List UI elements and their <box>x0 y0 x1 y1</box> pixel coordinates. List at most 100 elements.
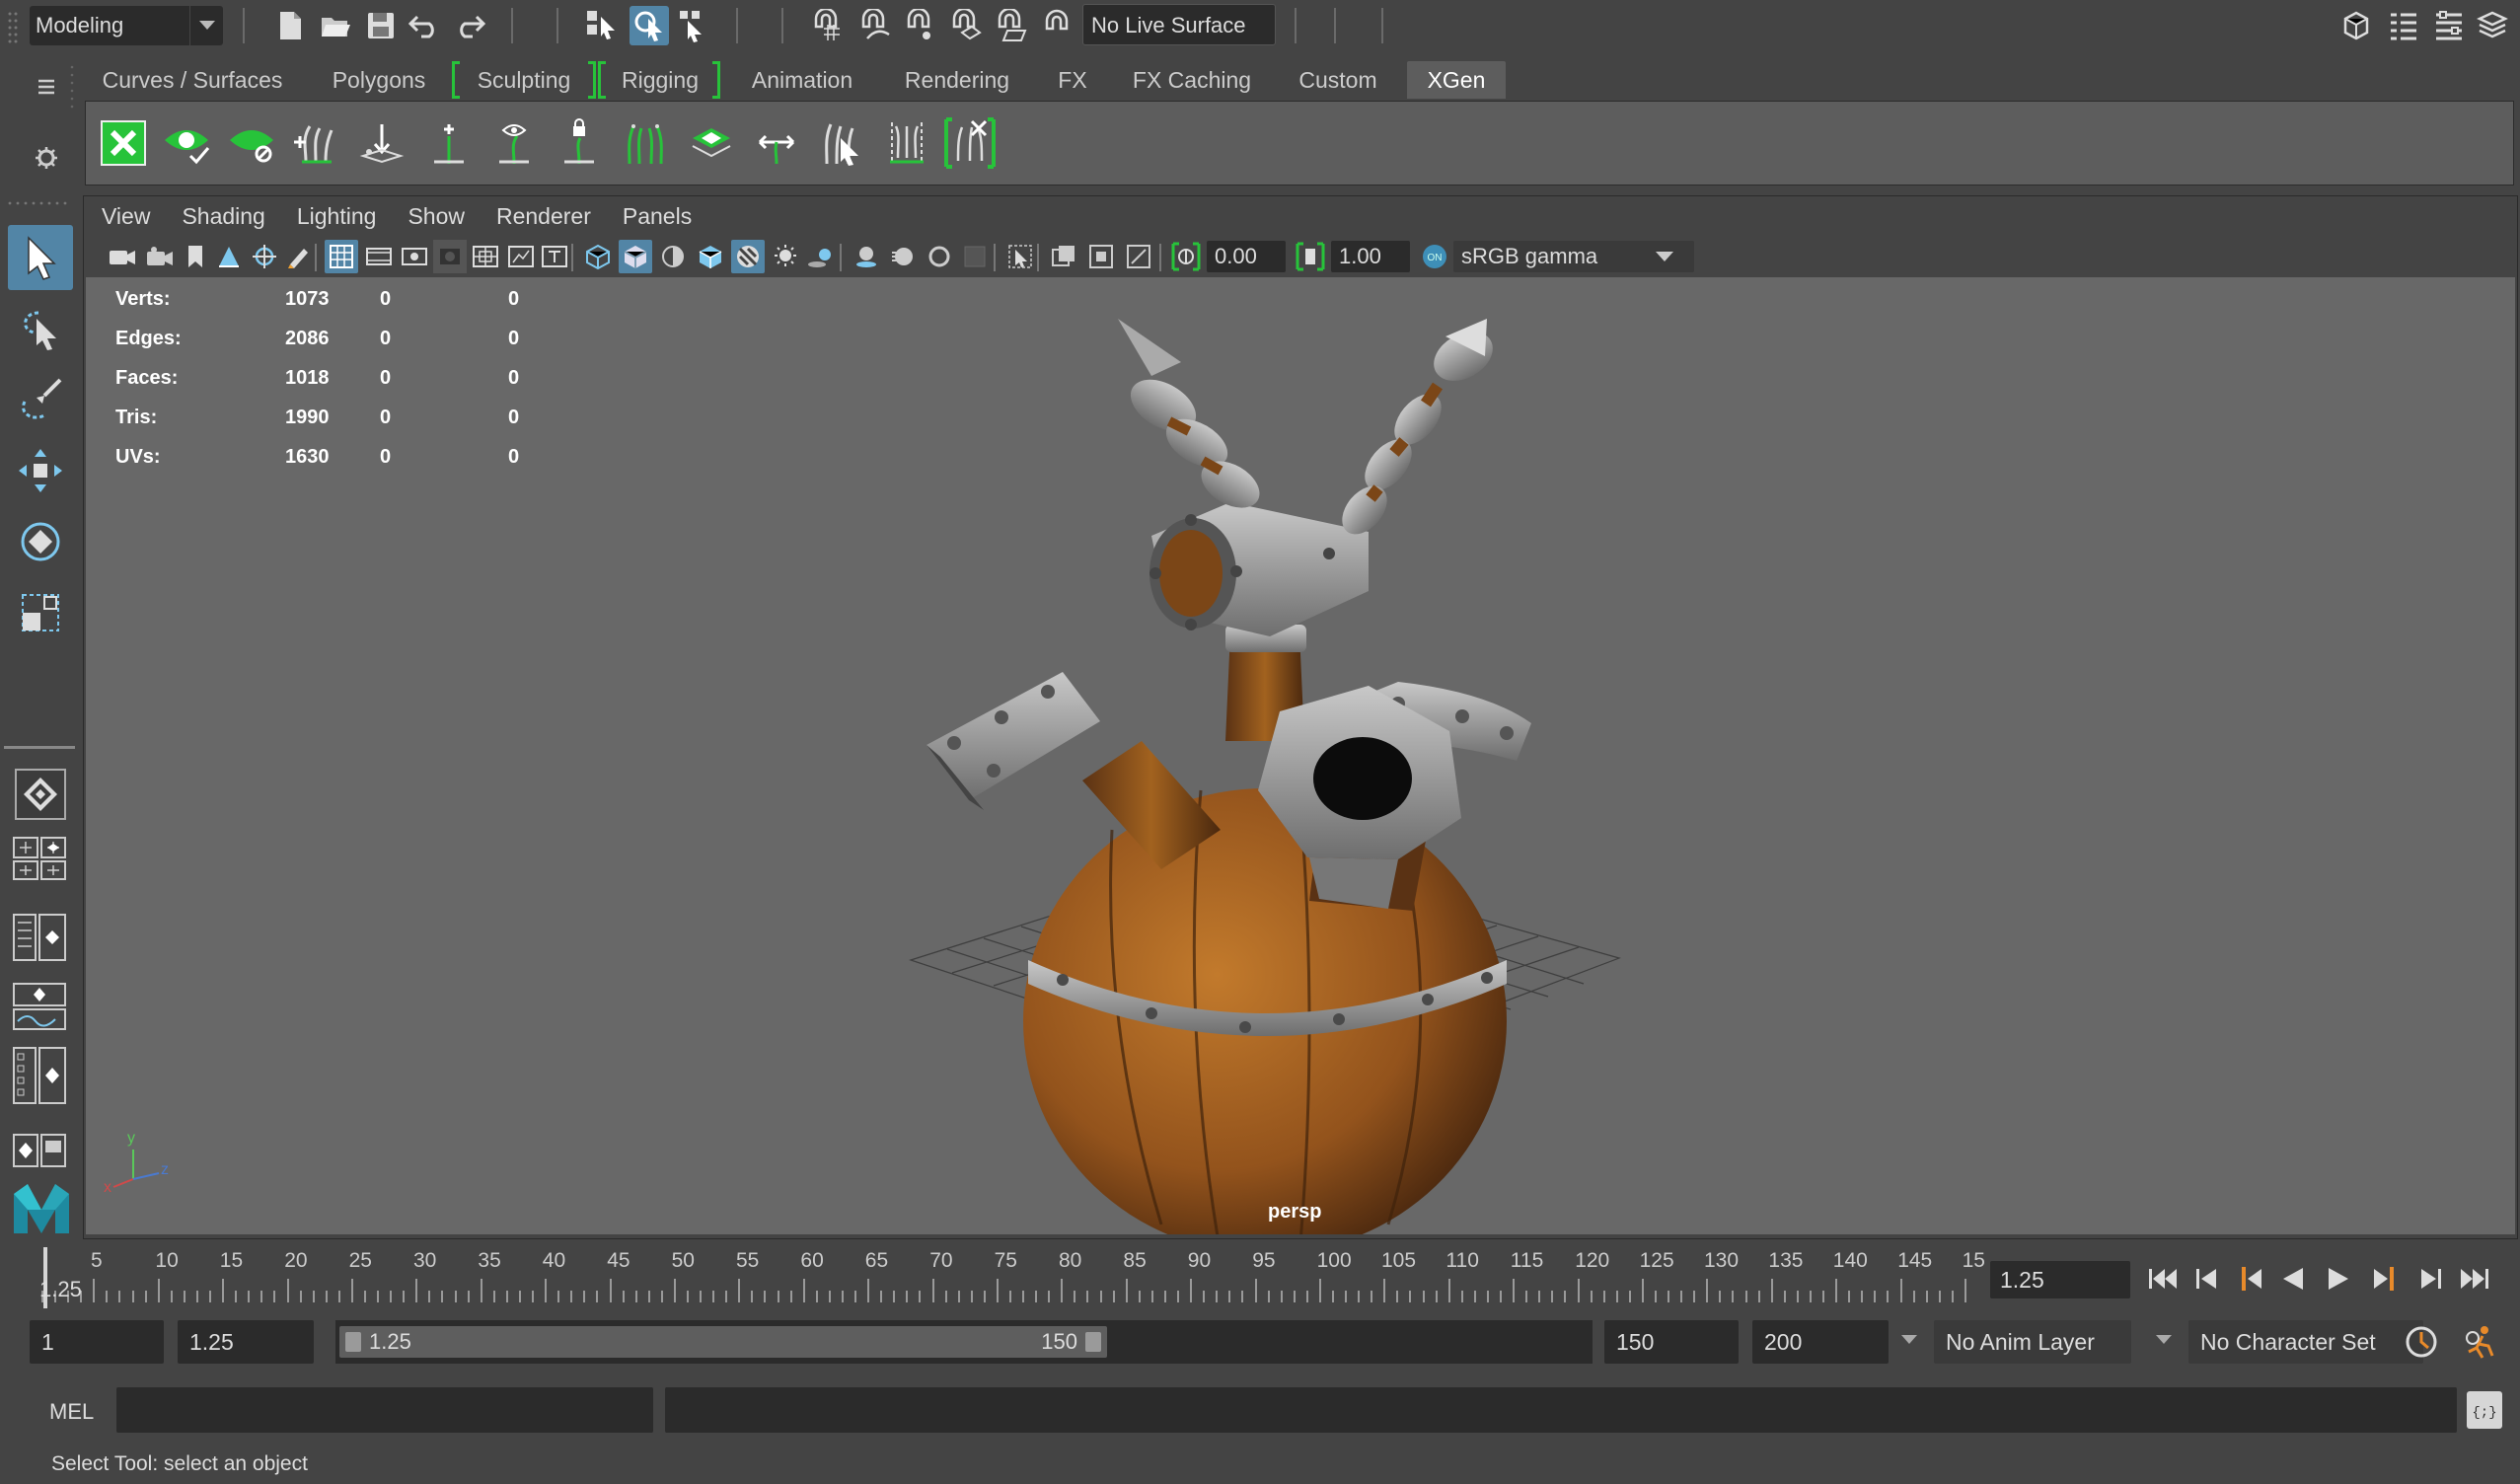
grease-pencil-icon[interactable] <box>281 240 315 273</box>
exposure-field[interactable]: 0.00 <box>1207 241 1286 272</box>
playback-end-field[interactable]: 150 <box>1604 1320 1739 1364</box>
view-transform-on-icon[interactable]: ON <box>1418 240 1451 273</box>
save-scene-icon[interactable] <box>361 6 401 45</box>
xgen-scale-guides-icon[interactable] <box>749 115 804 171</box>
animation-end-field[interactable]: 200 <box>1752 1320 1889 1364</box>
play-backwards-icon[interactable] <box>2273 1259 2313 1298</box>
grid-toggle-icon[interactable] <box>325 240 358 273</box>
safe-title-icon[interactable] <box>538 240 571 273</box>
step-forward-key-icon[interactable] <box>2366 1259 2406 1298</box>
menu-show[interactable]: Show <box>408 203 465 230</box>
xgen-add-guide-plus-icon[interactable] <box>421 115 477 171</box>
menu-shading[interactable]: Shading <box>182 203 264 230</box>
anti-aliasing-icon[interactable] <box>923 240 956 273</box>
menu-lighting[interactable]: Lighting <box>297 203 377 230</box>
xray-icon[interactable] <box>1047 240 1080 273</box>
gamma-field[interactable]: 1.00 <box>1331 241 1410 272</box>
grip-handle[interactable] <box>6 10 20 43</box>
textured-icon[interactable] <box>731 240 765 273</box>
xgen-delete-guides-icon[interactable] <box>942 115 998 171</box>
four-view-layout-button[interactable] <box>10 835 69 882</box>
go-to-start-icon[interactable] <box>2143 1259 2183 1298</box>
select-by-component-icon[interactable] <box>675 6 714 45</box>
shadows-icon[interactable] <box>804 240 838 273</box>
range-start-grip[interactable] <box>345 1332 361 1352</box>
wireframe-icon[interactable] <box>581 240 615 273</box>
range-end-grip[interactable] <box>1085 1332 1101 1352</box>
snap-to-point-icon[interactable] <box>900 6 939 45</box>
xgen-editor-icon[interactable] <box>96 115 151 171</box>
rotate-tool-button[interactable] <box>8 509 73 574</box>
attribute-editor-icon[interactable] <box>2384 6 2423 45</box>
select-tool-button[interactable] <box>8 225 73 290</box>
tab-sculpting[interactable]: Sculpting <box>462 61 586 99</box>
xgen-toggle-visibility-icon[interactable] <box>159 115 214 171</box>
lasso-tool-button[interactable] <box>8 296 73 361</box>
tab-curves-surfaces[interactable]: Curves / Surfaces <box>87 61 298 99</box>
film-gate-icon[interactable] <box>362 240 396 273</box>
tool-settings-icon[interactable] <box>2429 6 2469 45</box>
playback-start-field[interactable]: 1.25 <box>178 1320 314 1364</box>
auto-key-icon[interactable] <box>2402 1322 2441 1362</box>
tab-fx[interactable]: FX <box>1048 61 1097 99</box>
xgen-guides-group-icon[interactable] <box>617 115 672 171</box>
select-by-hierarchy-icon[interactable] <box>582 6 622 45</box>
depth-of-field-icon[interactable] <box>958 240 992 273</box>
camera-attributes-icon[interactable] <box>143 240 177 273</box>
animation-start-field[interactable]: 1 <box>30 1320 164 1364</box>
chevron-down-icon[interactable] <box>2153 1332 2175 1348</box>
menu-panels[interactable]: Panels <box>623 203 692 230</box>
play-forwards-icon[interactable] <box>2319 1259 2358 1298</box>
new-scene-icon[interactable] <box>270 6 310 45</box>
scale-tool-button[interactable] <box>8 580 73 645</box>
shelf-settings-gear-icon[interactable] <box>30 138 63 178</box>
redo-icon[interactable] <box>450 6 489 45</box>
xgen-fill-icon[interactable] <box>684 115 739 171</box>
motion-blur-icon[interactable] <box>887 240 921 273</box>
exposure-icon[interactable] <box>1169 240 1203 273</box>
default-material-icon[interactable] <box>656 240 690 273</box>
snap-to-curve-icon[interactable] <box>854 6 894 45</box>
step-back-key-icon[interactable] <box>2230 1259 2269 1298</box>
undo-icon[interactable] <box>405 6 444 45</box>
use-all-lights-icon[interactable] <box>769 240 802 273</box>
xgen-guide-bounds-icon[interactable] <box>879 115 934 171</box>
xgen-add-guide-icon[interactable] <box>289 115 344 171</box>
anim-layer-dropdown[interactable]: No Anim Layer <box>1934 1320 2131 1364</box>
chevron-down-icon[interactable] <box>1898 1332 1920 1348</box>
time-ruler[interactable]: 5 10 15 20 25 30 35 40 45 50 55 60 65 70 75 80 85 90 95 100… <box>37 1247 1985 1308</box>
menu-view[interactable]: View <box>102 203 150 230</box>
single-perspective-view-button[interactable] <box>8 762 73 827</box>
tab-fx-caching[interactable]: FX Caching <box>1121 61 1263 99</box>
command-input-field[interactable] <box>116 1387 653 1433</box>
wireframe-on-shaded-icon[interactable] <box>694 240 727 273</box>
gate-mask-icon[interactable] <box>433 240 467 273</box>
step-back-frame-icon[interactable] <box>2186 1259 2226 1298</box>
smooth-shade-icon[interactable] <box>619 240 652 273</box>
go-to-end-icon[interactable] <box>2455 1259 2494 1298</box>
make-live-icon[interactable] <box>991 6 1030 45</box>
live-surface-field[interactable]: No Live Surface <box>1082 4 1276 45</box>
range-slider-bar[interactable]: 1.25 150 <box>335 1320 1593 1364</box>
persp-outliner-layout-button[interactable] <box>10 914 69 961</box>
tab-rendering[interactable]: Rendering <box>890 61 1024 99</box>
select-camera-icon[interactable] <box>106 240 139 273</box>
viewport-canvas[interactable]: Verts: 1073 0 0 Edges: 2086 0 0 Faces: 1018 0 0 T… <box>86 277 2515 1234</box>
tab-rigging[interactable]: Rigging <box>608 61 712 99</box>
xgen-place-guide-icon[interactable] <box>354 115 409 171</box>
range-slider-handle[interactable]: 1.25 150 <box>339 1326 1107 1358</box>
character-set-dropdown[interactable]: No Character Set <box>2188 1320 2423 1364</box>
select-by-object-icon[interactable] <box>630 6 669 45</box>
modeling-toolkit-icon[interactable] <box>2336 6 2376 45</box>
hypershade-layout-button[interactable] <box>10 1047 69 1104</box>
tab-animation[interactable]: Animation <box>738 61 866 99</box>
persp-graph-layout-button[interactable] <box>10 983 69 1030</box>
safe-action-icon[interactable] <box>504 240 538 273</box>
xgen-hide-guides-icon[interactable] <box>224 115 279 171</box>
menu-renderer[interactable]: Renderer <box>496 203 591 230</box>
tab-xgen[interactable]: XGen <box>1407 61 1506 99</box>
script-editor-icon[interactable]: {;} <box>2467 1391 2502 1429</box>
xgen-lock-guide-icon[interactable] <box>552 115 607 171</box>
xray-active-components-icon[interactable] <box>1122 240 1155 273</box>
xgen-guide-visibility-icon[interactable] <box>486 115 542 171</box>
